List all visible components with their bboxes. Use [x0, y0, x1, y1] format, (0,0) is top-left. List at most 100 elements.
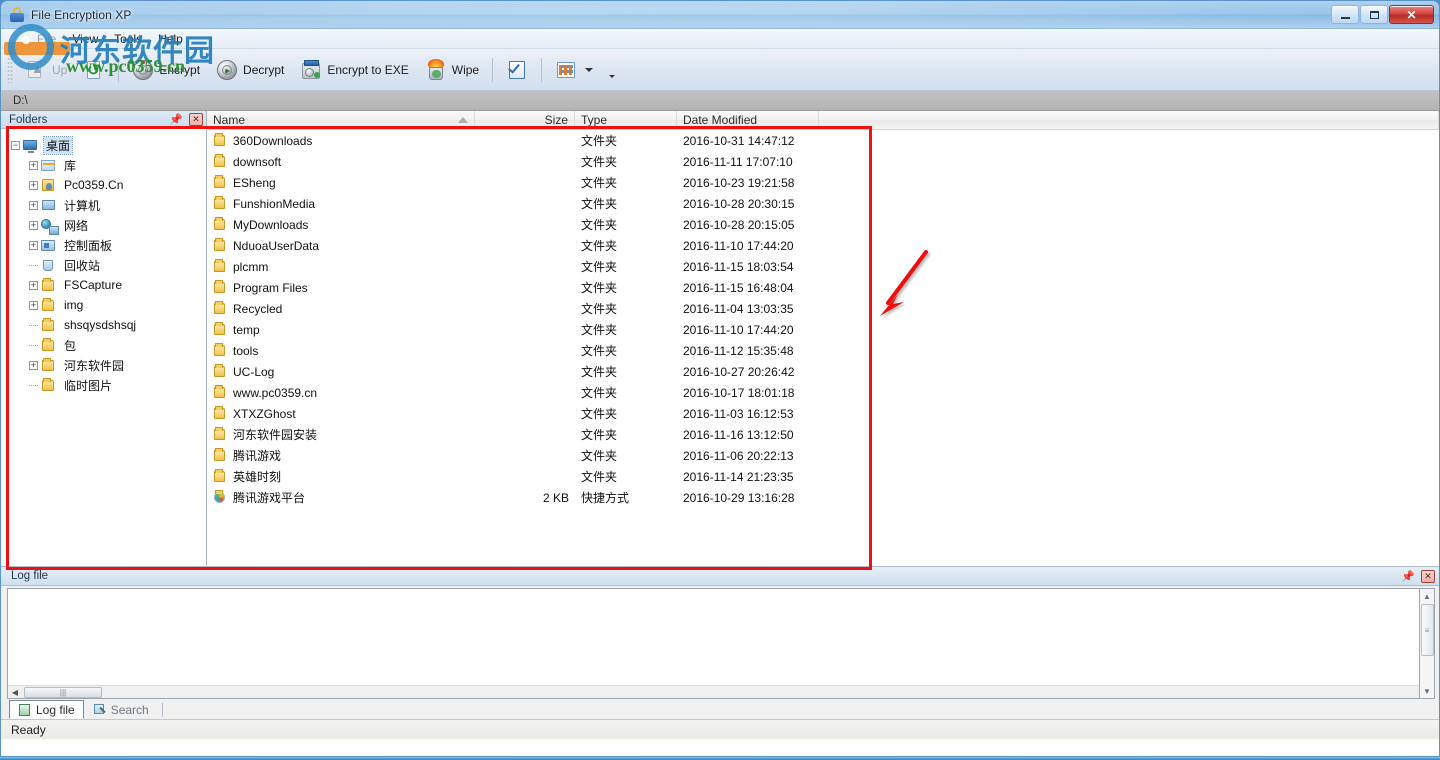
maximize-button[interactable]: [1360, 5, 1388, 24]
refresh-button[interactable]: ↺: [75, 54, 113, 86]
cell-filler: [819, 277, 1439, 298]
tree-item-label: 计算机: [62, 197, 102, 214]
cell-type: 文件夹: [575, 151, 677, 172]
tree-item[interactable]: +控制面板: [1, 235, 206, 255]
log-vertical-scrollbar[interactable]: ▲ ≡ ▼: [1420, 588, 1435, 699]
file-list-rows[interactable]: 360Downloads文件夹2016-10-31 14:47:12downso…: [207, 130, 1439, 566]
wipe-button[interactable]: Wipe: [417, 54, 487, 86]
tab-log-file[interactable]: Log file: [9, 700, 84, 719]
cell-filler: [819, 256, 1439, 277]
tree-item[interactable]: +Pc0359.Cn: [1, 175, 206, 195]
tree-expand-toggle[interactable]: +: [29, 241, 38, 250]
cell-size: [475, 466, 575, 487]
tree-leaf-marker: [29, 345, 38, 346]
status-bar: Ready: [1, 719, 1439, 739]
table-row[interactable]: NduoaUserData文件夹2016-11-10 17:44:20: [207, 235, 1439, 256]
log-horizontal-scrollbar[interactable]: ◀ |||: [8, 685, 1419, 698]
table-row[interactable]: www.pc0359.cn文件夹2016-10-17 18:01:18: [207, 382, 1439, 403]
library-icon: [40, 158, 57, 173]
table-row[interactable]: downsoft文件夹2016-11-11 17:07:10: [207, 151, 1439, 172]
cell-date: 2016-11-14 21:23:35: [677, 466, 819, 487]
column-header-type[interactable]: Type: [575, 111, 677, 130]
tree-expand-toggle[interactable]: +: [29, 181, 38, 190]
tree-item[interactable]: +河东软件园: [1, 355, 206, 375]
tree-leaf-marker: [29, 325, 38, 326]
tree-item[interactable]: 回收站: [1, 255, 206, 275]
table-row[interactable]: ESheng文件夹2016-10-23 19:21:58: [207, 172, 1439, 193]
up-button[interactable]: ▲ Up: [17, 54, 75, 86]
tree-item[interactable]: +FSCapture: [1, 275, 206, 295]
file-name-label: Recycled: [233, 302, 282, 316]
tree-item[interactable]: + 计算机: [1, 195, 206, 215]
table-row[interactable]: Program Files文件夹2016-11-15 16:48:04: [207, 277, 1439, 298]
tree-expand-toggle[interactable]: +: [29, 281, 38, 290]
tree-expand-toggle[interactable]: +: [29, 301, 38, 310]
table-row[interactable]: UC-Log文件夹2016-10-27 20:26:42: [207, 361, 1439, 382]
tree-collapse-toggle[interactable]: −: [11, 141, 20, 150]
column-header-date[interactable]: Date Modified: [677, 111, 819, 130]
tree-item[interactable]: shsqysdshsqj: [1, 315, 206, 335]
tree-leaf-marker: [29, 385, 38, 386]
tree-item[interactable]: 临时图片: [1, 375, 206, 395]
file-name-label: MyDownloads: [233, 218, 308, 232]
decrypt-button[interactable]: Decrypt: [208, 54, 292, 86]
folder-icon: [213, 175, 228, 190]
view-mode-button[interactable]: [547, 54, 601, 86]
table-row[interactable]: 河东软件园安装文件夹2016-11-16 13:12:50: [207, 424, 1439, 445]
folders-close-icon[interactable]: ✕: [189, 113, 203, 126]
cell-size: [475, 424, 575, 445]
table-row[interactable]: XTXZGhost文件夹2016-11-03 16:12:53: [207, 403, 1439, 424]
table-row[interactable]: tools文件夹2016-11-12 15:35:48: [207, 340, 1439, 361]
minimize-button[interactable]: [1331, 5, 1359, 24]
column-header-size[interactable]: Size: [475, 111, 575, 130]
table-row[interactable]: MyDownloads文件夹2016-10-28 20:15:05: [207, 214, 1439, 235]
cell-type: 快捷方式: [575, 487, 677, 508]
table-row[interactable]: plcmm文件夹2016-11-15 18:03:54: [207, 256, 1439, 277]
pin-icon[interactable]: 📌: [169, 113, 183, 126]
menu-file[interactable]: File: [29, 31, 64, 47]
table-row[interactable]: FunshionMedia文件夹2016-10-28 20:30:15: [207, 193, 1439, 214]
chevron-down-icon[interactable]: [585, 68, 593, 72]
encrypt-to-exe-button[interactable]: Encrypt to EXE: [292, 54, 416, 86]
vscroll-thumb[interactable]: ≡: [1421, 604, 1434, 656]
tab-search[interactable]: Search: [84, 700, 158, 719]
toolbar-grip[interactable]: [7, 57, 13, 83]
folder-icon: [213, 196, 228, 211]
table-row[interactable]: 英雄时刻文件夹2016-11-14 21:23:35: [207, 466, 1439, 487]
tree-expand-toggle[interactable]: +: [29, 201, 38, 210]
column-header-name[interactable]: Name: [207, 111, 475, 130]
toolbar-overflow-chevron-icon[interactable]: [609, 75, 615, 78]
address-bar[interactable]: D:\: [1, 91, 1439, 111]
tree-item[interactable]: −桌面: [1, 135, 206, 155]
table-row[interactable]: Recycled文件夹2016-11-04 13:03:35: [207, 298, 1439, 319]
close-button[interactable]: ✕: [1389, 5, 1434, 24]
scroll-left-icon[interactable]: ◀: [8, 686, 22, 698]
tree-expand-toggle[interactable]: +: [29, 161, 38, 170]
encrypt-button[interactable]: Encrypt: [124, 54, 208, 86]
scroll-up-icon[interactable]: ▲: [1423, 589, 1431, 603]
folder-icon: [213, 322, 228, 337]
task-button[interactable]: [498, 54, 536, 86]
hscroll-thumb[interactable]: |||: [24, 687, 102, 698]
log-text-area[interactable]: ◀ |||: [7, 588, 1420, 699]
decrypt-button-label: Decrypt: [243, 63, 284, 77]
tree-item[interactable]: +网络: [1, 215, 206, 235]
table-row[interactable]: 360Downloads文件夹2016-10-31 14:47:12: [207, 130, 1439, 151]
folder-tree[interactable]: −桌面+库+Pc0359.Cn+计算机+网络+控制面板回收站+FSCapture…: [1, 129, 206, 566]
table-row[interactable]: 腾讯游戏平台2 KB快捷方式2016-10-29 13:16:28: [207, 487, 1439, 508]
table-row[interactable]: 腾讯游戏文件夹2016-11-06 20:22:13: [207, 445, 1439, 466]
tree-expand-toggle[interactable]: +: [29, 361, 38, 370]
log-pin-icon[interactable]: 📌: [1401, 570, 1415, 583]
folder-icon: [213, 364, 228, 379]
menu-tools[interactable]: Tools: [106, 31, 150, 47]
scroll-down-icon[interactable]: ▼: [1423, 684, 1431, 698]
tree-item[interactable]: +库: [1, 155, 206, 175]
menu-view[interactable]: View: [64, 31, 106, 47]
tree-item[interactable]: 包: [1, 335, 206, 355]
log-close-icon[interactable]: ✕: [1421, 570, 1435, 583]
table-row[interactable]: temp文件夹2016-11-10 17:44:20: [207, 319, 1439, 340]
tree-expand-toggle[interactable]: +: [29, 221, 38, 230]
menu-help[interactable]: Help: [150, 31, 191, 47]
cell-date: 2016-11-10 17:44:20: [677, 235, 819, 256]
tree-item[interactable]: +img: [1, 295, 206, 315]
